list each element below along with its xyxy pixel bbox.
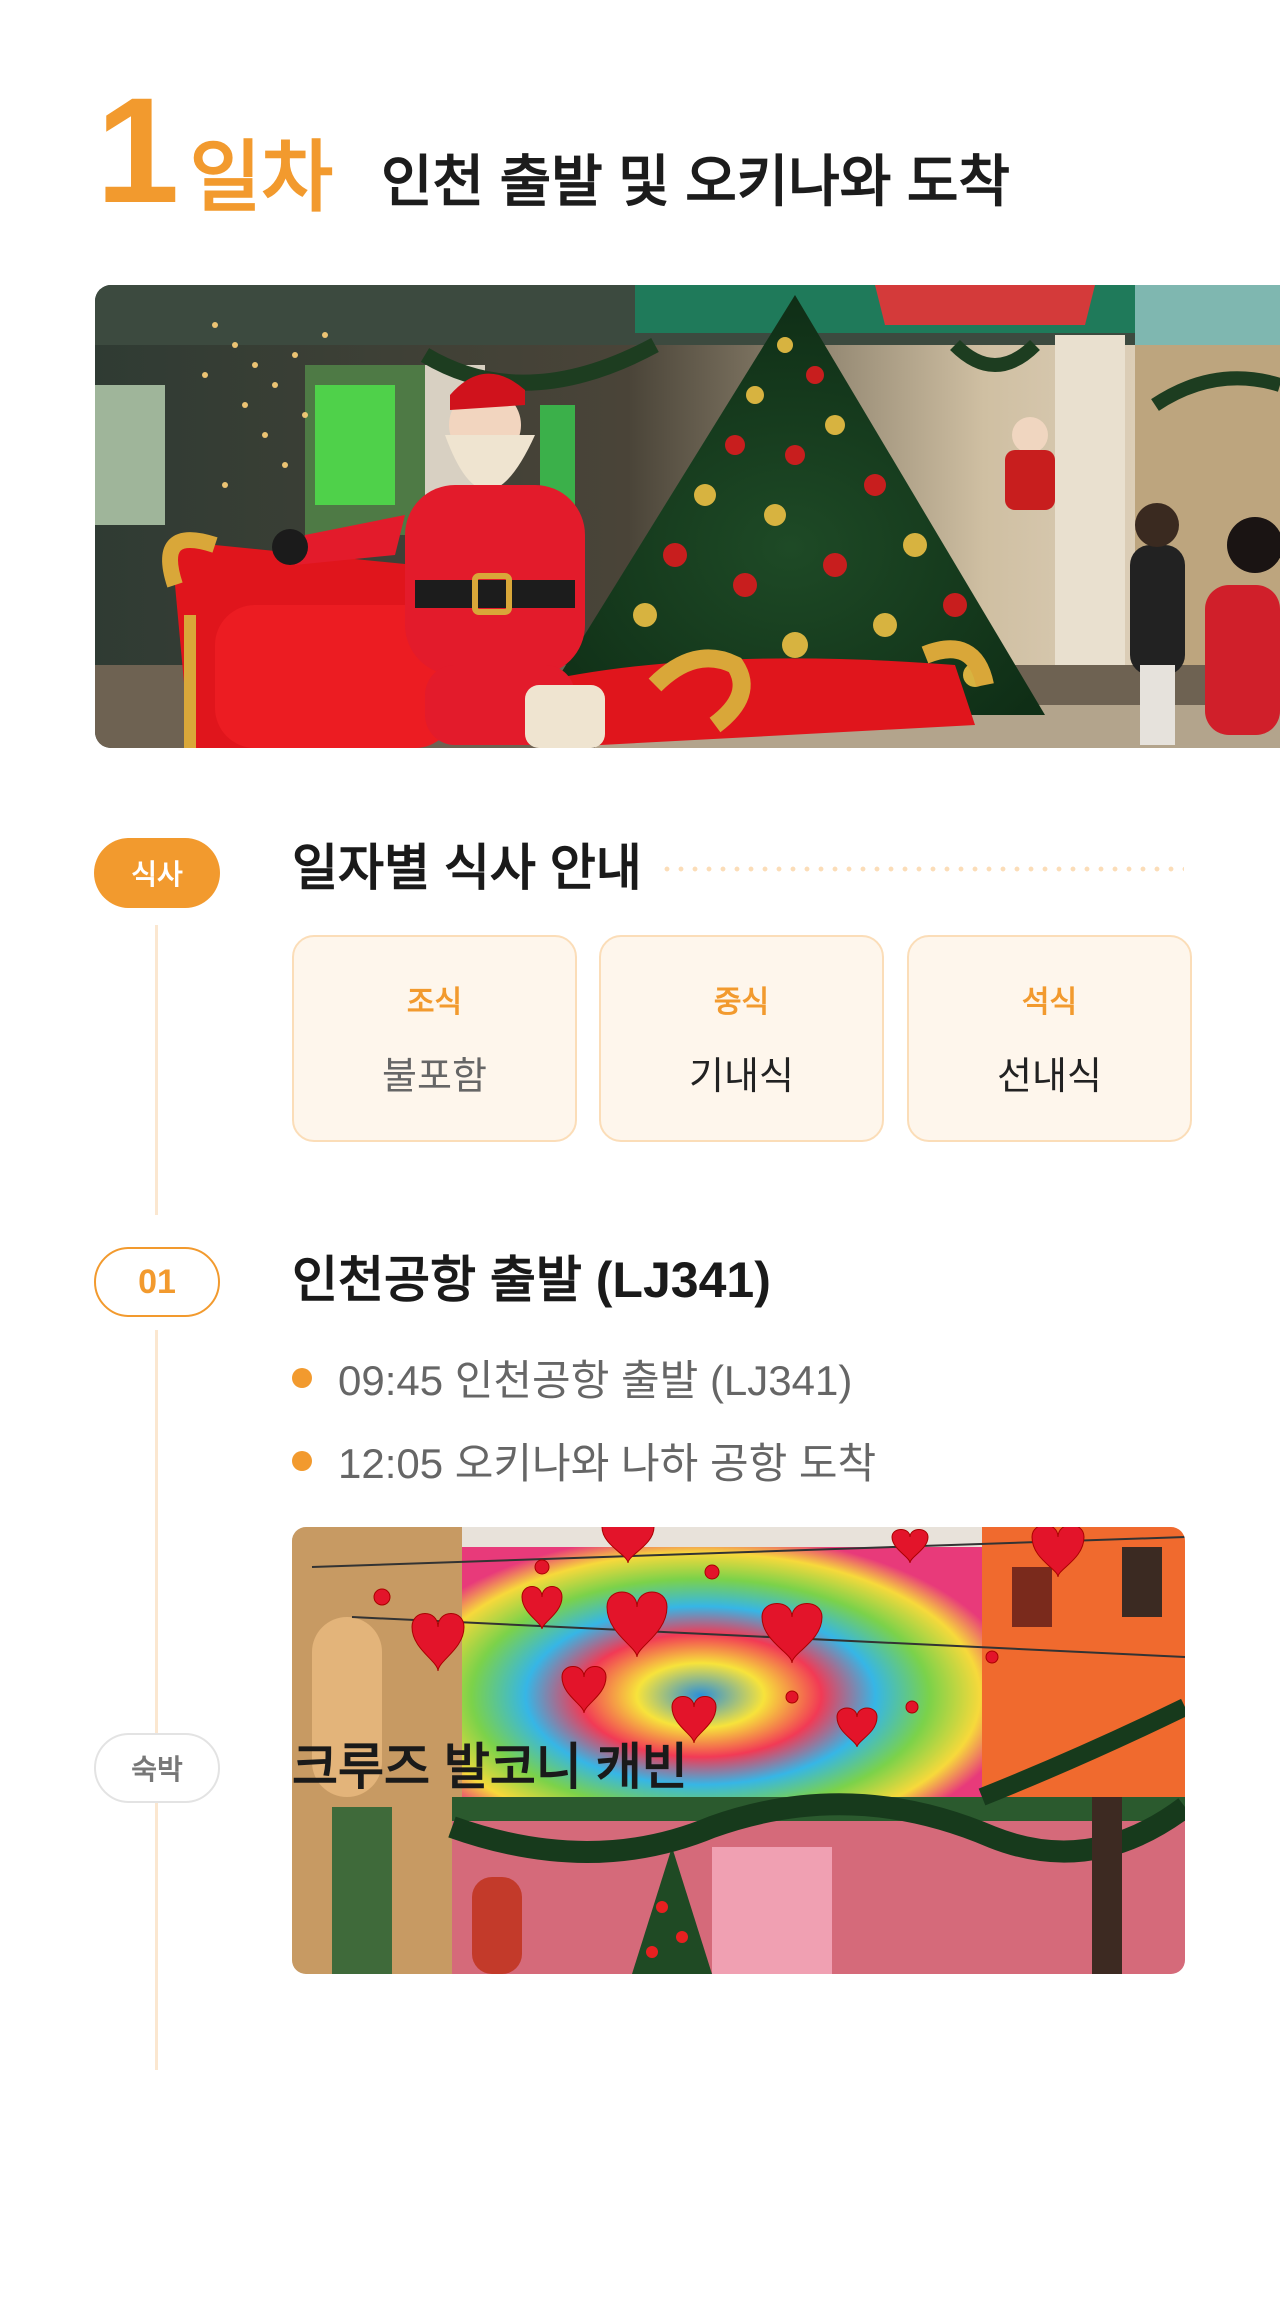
lodging-badge: 숙박 bbox=[94, 1733, 220, 1803]
step-number-badge: 01 bbox=[94, 1247, 220, 1317]
bullet-dot bbox=[292, 1367, 312, 1388]
meal-type: 석식 bbox=[1021, 986, 1078, 1019]
meal-section-title: 일자별 식사 안내 bbox=[292, 840, 642, 896]
day-label: 일차 bbox=[189, 133, 333, 221]
day-header: 1 일차 인천 출발 및 오키나와 도착 bbox=[96, 66, 1010, 234]
meal-type: 조식 bbox=[406, 986, 463, 1019]
meal-card-breakfast: 조식 불포함 bbox=[292, 935, 577, 1142]
meal-value: 불포함 bbox=[382, 1056, 487, 1098]
meal-value: 선내식 bbox=[997, 1056, 1102, 1098]
hero-photo bbox=[95, 285, 1280, 748]
meal-type: 중식 bbox=[713, 986, 770, 1019]
step-title: 인천공항 출발 (LJ341) bbox=[292, 1252, 771, 1308]
title-divider-dots bbox=[660, 866, 1184, 872]
meal-badge: 식사 bbox=[94, 838, 220, 908]
schedule-item: 09:45 인천공항 출발 (LJ341) bbox=[292, 1347, 852, 1408]
bullet-dot bbox=[292, 1450, 312, 1471]
timeline-line bbox=[155, 1330, 158, 2070]
day-number: 1 bbox=[96, 66, 179, 234]
day-title: 인천 출발 및 오키나와 도착 bbox=[380, 150, 1010, 213]
meal-value: 기내식 bbox=[689, 1056, 794, 1098]
meal-card-lunch: 중식 기내식 bbox=[599, 935, 884, 1142]
timeline-line bbox=[155, 925, 158, 1215]
schedule-item-text: 09:45 인천공항 출발 (LJ341) bbox=[338, 1357, 853, 1404]
meal-card-dinner: 석식 선내식 bbox=[907, 935, 1192, 1142]
schedule-item: 12:05 오키나와 나하 공항 도착 bbox=[292, 1430, 876, 1491]
lodging-title: 크루즈 발코니 캐빈 bbox=[292, 1739, 688, 1795]
schedule-item-text: 12:05 오키나와 나하 공항 도착 bbox=[338, 1440, 877, 1487]
hero-photo-illustration bbox=[95, 285, 1280, 748]
